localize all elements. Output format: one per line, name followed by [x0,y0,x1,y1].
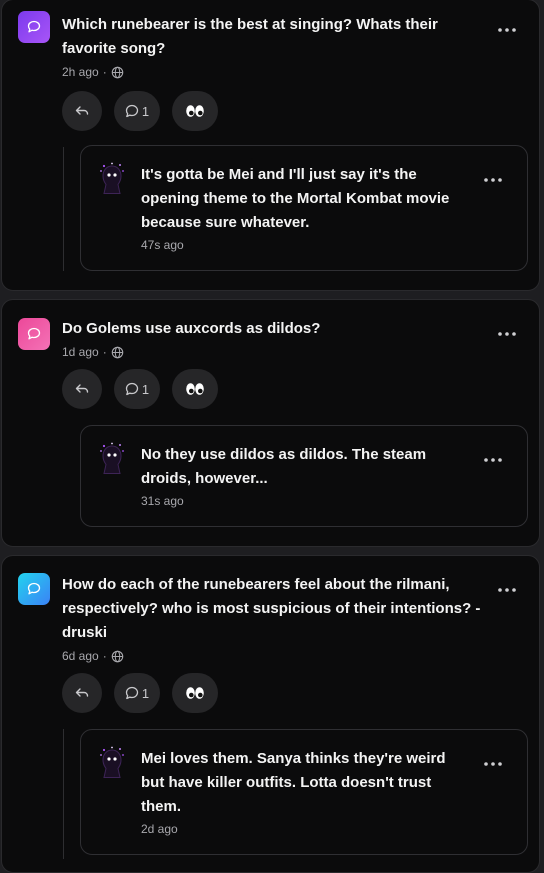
post-actions: 1 [62,91,218,131]
eyes-icon [186,687,204,699]
more-options-button[interactable] [497,328,517,340]
reply-timestamp: 47s ago [141,238,184,252]
speech-bubble-icon [27,582,41,595]
post-meta: 2h ago · [62,65,124,79]
thread-line [63,147,64,271]
question-text: Which runebearer is the best at singing?… [62,16,438,57]
reply-text: No they use dildos as dildos. The steam … [141,446,427,487]
comment-count: 1 [141,103,150,119]
reply-avatar [100,162,124,194]
comments-button[interactable]: 1 [114,673,160,713]
post-meta: 1d ago · [62,345,124,359]
reply-button[interactable] [62,673,102,713]
reply-text: It's gotta be Mei and I'll just say it's… [141,166,450,231]
eyes-icon [186,383,204,395]
reply-avatar [100,746,124,778]
question-avatar [18,11,50,43]
comment-bubble-icon [125,686,139,700]
reply-arrow-icon [75,106,89,115]
more-options-button[interactable] [497,584,517,596]
globe-icon [111,346,123,358]
post-actions: 1 [62,369,218,409]
more-dots-icon [484,178,502,182]
reply-button[interactable] [62,369,102,409]
eyes-icon [186,105,204,117]
more-dots-icon [484,458,502,462]
reply-avatar [100,442,124,474]
more-dots-icon [498,332,516,336]
speech-bubble-icon [27,20,41,33]
question-avatar [18,573,50,605]
more-options-button[interactable] [497,24,517,36]
reply-more-options-button[interactable] [483,454,503,466]
reply-text: Mei loves them. Sanya thinks they're wei… [141,750,446,815]
comment-count: 1 [141,685,150,701]
reply-button[interactable] [62,91,102,131]
question-text: Do Golems use auxcords as dildos? [62,320,321,337]
thread-line [63,729,64,859]
post-card: Do Golems use auxcords as dildos? 1d ago… [1,299,540,547]
reply-card: It's gotta be Mei and I'll just say it's… [80,145,528,271]
comments-button[interactable]: 1 [114,91,160,131]
globe-icon [111,66,123,78]
globe-icon [111,650,123,662]
post-meta: 6d ago · [62,649,124,663]
reply-timestamp: 2d ago [141,822,178,836]
comment-bubble-icon [125,382,139,396]
comment-count: 1 [141,381,150,397]
more-dots-icon [498,28,516,32]
reply-arrow-icon [75,688,89,697]
reply-card: Mei loves them. Sanya thinks they're wei… [80,729,528,855]
reply-arrow-icon [75,384,89,393]
reply-timestamp: 31s ago [141,494,184,508]
eyes-reaction-button[interactable] [172,369,218,409]
post-timestamp: 6d ago [62,649,99,663]
eyes-reaction-button[interactable] [172,673,218,713]
reply-more-options-button[interactable] [483,174,503,186]
reply-more-options-button[interactable] [483,758,503,770]
post-timestamp: 2h ago [62,65,99,79]
question-text: How do each of the runebearers feel abou… [62,576,481,641]
comment-bubble-icon [125,104,139,118]
post-timestamp: 1d ago [62,345,99,359]
post-actions: 1 [62,673,218,713]
comments-button[interactable]: 1 [114,369,160,409]
reply-card: No they use dildos as dildos. The steam … [80,425,528,527]
eyes-reaction-button[interactable] [172,91,218,131]
post-card: Which runebearer is the best at singing?… [1,0,540,291]
more-dots-icon [498,588,516,592]
speech-bubble-icon [27,327,41,340]
post-card: How do each of the runebearers feel abou… [1,555,540,873]
question-avatar [18,318,50,350]
more-dots-icon [484,762,502,766]
